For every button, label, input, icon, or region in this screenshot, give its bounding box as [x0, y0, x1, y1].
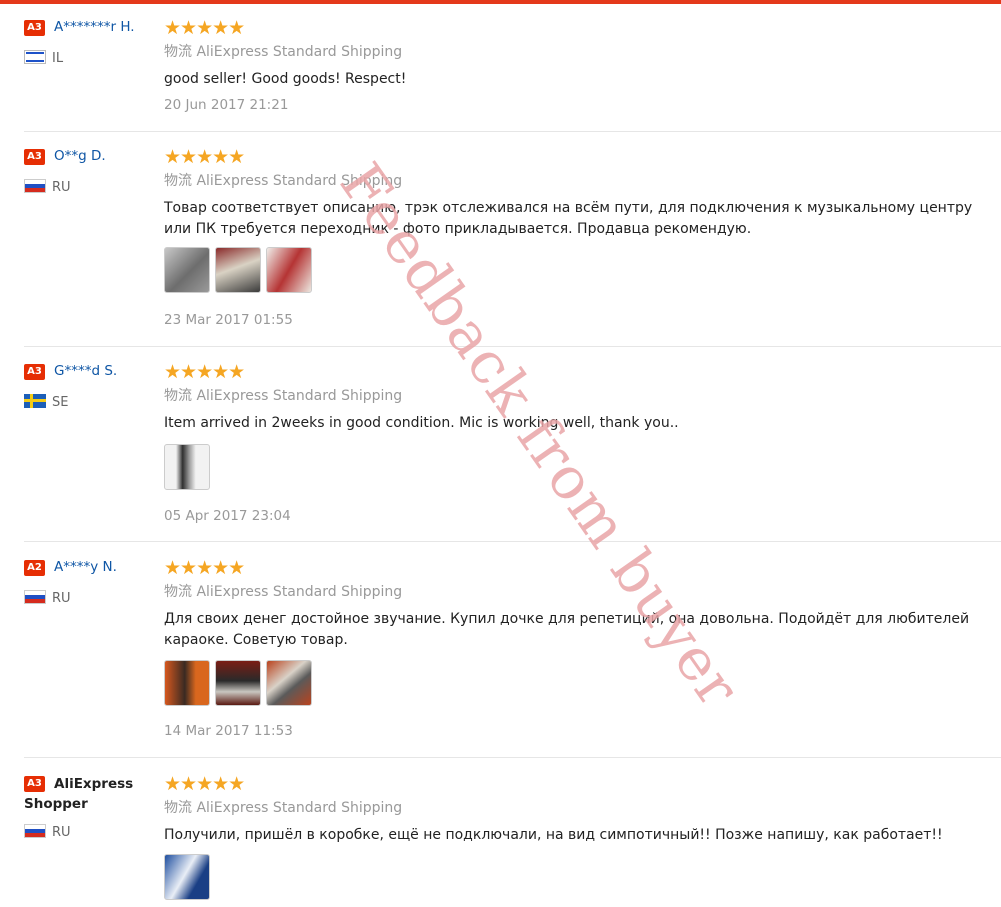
review-photo-thumbnail[interactable] [215, 660, 261, 706]
shipping-method: 物流 AliExpress Standard Shipping [164, 388, 403, 404]
shipping-method: 物流 AliExpress Standard Shipping [164, 44, 403, 60]
shipping-method: 物流 AliExpress Standard Shipping [164, 584, 403, 600]
divider [24, 541, 1001, 542]
israel-flag-icon [24, 50, 46, 64]
buyer-level-badge: A2 [24, 560, 45, 576]
review-text: Получили, пришёл в коробке, ещё не подкл… [164, 827, 943, 843]
russia-flag-icon [24, 179, 46, 193]
country-code: RU [52, 591, 71, 606]
review-text: Для своих денег достойное звучание. Купи… [164, 611, 970, 648]
shipping-method: 物流 AliExpress Standard Shipping [164, 800, 403, 816]
buyer-name-link[interactable]: A****y N. [54, 558, 117, 577]
star-rating: ★★★★★ [164, 17, 245, 39]
country-code: RU [52, 180, 71, 195]
sweden-flag-icon [24, 394, 46, 408]
buyer-level-badge: A3 [24, 364, 45, 380]
buyer-name-link[interactable]: A*******r H. [54, 18, 135, 37]
review-date: 05 Apr 2017 23:04 [164, 508, 291, 524]
review-date: 14 Mar 2017 11:53 [164, 723, 293, 739]
divider [24, 131, 1001, 132]
review-photo-thumbnail[interactable] [164, 854, 210, 900]
buyer-country: SE [24, 394, 68, 411]
shipping-method: 物流 AliExpress Standard Shipping [164, 173, 403, 189]
review-photos [164, 444, 215, 490]
buyer-country: RU [24, 824, 71, 841]
top-accent-bar [0, 0, 1001, 4]
buyer-name-link[interactable]: G****d S. [54, 362, 117, 381]
star-rating: ★★★★★ [164, 557, 245, 579]
review-photo-thumbnail[interactable] [164, 247, 210, 293]
review-date: 23 Mar 2017 01:55 [164, 312, 293, 328]
country-code: IL [52, 51, 64, 66]
country-code: SE [52, 395, 69, 410]
star-rating: ★★★★★ [164, 773, 245, 795]
buyer-country: RU [24, 590, 71, 607]
review-date: 20 Jun 2017 21:21 [164, 97, 289, 113]
buyer-name-link[interactable]: O**g D. [54, 147, 106, 166]
buyer-level-badge: A3 [24, 20, 45, 36]
review-photo-thumbnail[interactable] [164, 444, 210, 490]
divider [24, 757, 1001, 758]
buyer-level-badge: A3 [24, 149, 45, 165]
russia-flag-icon [24, 824, 46, 838]
review-photo-thumbnail[interactable] [266, 247, 312, 293]
star-rating: ★★★★★ [164, 361, 245, 383]
review-photos [164, 854, 215, 900]
buyer-name: AliExpress Shopper [24, 776, 134, 812]
review-photo-thumbnail[interactable] [164, 660, 210, 706]
review-text: good seller! Good goods! Respect! [164, 71, 407, 87]
review-text: Товар соответствует описанию, трэк отсле… [164, 200, 973, 237]
russia-flag-icon [24, 590, 46, 604]
review-photo-thumbnail[interactable] [266, 660, 312, 706]
buyer-country: RU [24, 179, 71, 196]
review-photo-thumbnail[interactable] [215, 247, 261, 293]
review-photos [164, 247, 317, 293]
buyer-country: IL [24, 50, 63, 67]
review-text: Item arrived in 2weeks in good condition… [164, 415, 679, 431]
country-code: RU [52, 825, 71, 840]
star-rating: ★★★★★ [164, 146, 245, 168]
divider [24, 346, 1001, 347]
review-photos [164, 660, 317, 706]
